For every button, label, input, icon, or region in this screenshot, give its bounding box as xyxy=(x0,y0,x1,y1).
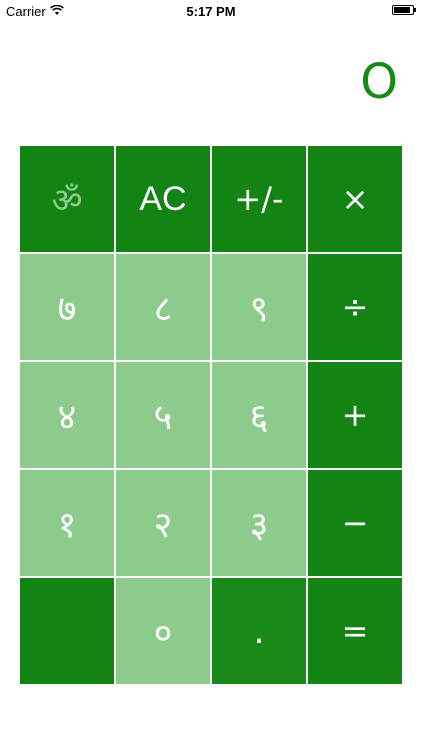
equals-button[interactable]: = xyxy=(308,578,402,684)
multiply-button[interactable]: × xyxy=(308,146,402,252)
plus-minus-button[interactable]: +/- xyxy=(212,146,306,252)
digit-9-button[interactable]: ९ xyxy=(212,254,306,360)
om-button[interactable]: ॐ xyxy=(20,146,114,252)
digit-1-button[interactable]: १ xyxy=(20,470,114,576)
status-bar: Carrier 5:17 PM xyxy=(0,0,422,22)
digit-7-button[interactable]: ७ xyxy=(20,254,114,360)
digit-6-button[interactable]: ६ xyxy=(212,362,306,468)
digit-3-button[interactable]: ३ xyxy=(212,470,306,576)
keypad: ॐ AC +/- × ७ ८ ९ ÷ ४ ५ ६ + १ २ ३ − ० . = xyxy=(20,146,402,684)
digit-8-button[interactable]: ८ xyxy=(116,254,210,360)
status-right xyxy=(392,5,416,15)
subtract-button[interactable]: − xyxy=(308,470,402,576)
status-time: 5:17 PM xyxy=(186,4,236,19)
blank-button[interactable] xyxy=(20,578,114,684)
digit-4-button[interactable]: ४ xyxy=(20,362,114,468)
digit-5-button[interactable]: ५ xyxy=(116,362,210,468)
decimal-button[interactable]: . xyxy=(212,578,306,684)
divide-button[interactable]: ÷ xyxy=(308,254,402,360)
all-clear-button[interactable]: AC xyxy=(116,146,210,252)
calculator-display: O xyxy=(360,54,398,110)
digit-2-button[interactable]: २ xyxy=(116,470,210,576)
battery-icon xyxy=(392,5,416,15)
digit-0-button[interactable]: ० xyxy=(116,578,210,684)
add-button[interactable]: + xyxy=(308,362,402,468)
